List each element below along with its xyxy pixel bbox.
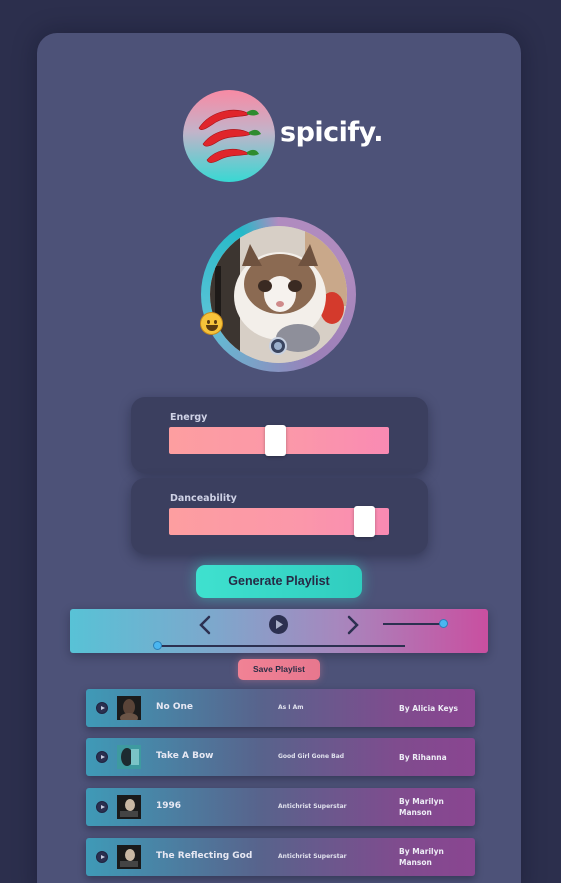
album-art — [117, 795, 141, 819]
avatar[interactable] — [210, 226, 347, 363]
chili-peppers-icon — [183, 90, 275, 182]
progress-bar[interactable] — [153, 641, 405, 650]
danceability-slider[interactable] — [169, 506, 389, 537]
track-row[interactable]: No One As I Am By Alicia Keys — [86, 689, 475, 727]
camera-icon[interactable] — [269, 337, 287, 355]
progress-knob[interactable] — [153, 641, 162, 650]
play-icon[interactable] — [96, 751, 108, 763]
app-name: spicify. — [280, 117, 384, 148]
track-title: The Reflecting God — [156, 851, 253, 861]
track-album: Good Girl Gone Bad — [278, 753, 345, 760]
album-art — [117, 696, 141, 720]
track-album: Antichrist Superstar — [278, 803, 347, 810]
energy-label: Energy — [170, 412, 208, 423]
track-artist: By Marilyn Manson — [399, 797, 444, 817]
energy-slider-panel: Energy — [131, 397, 428, 473]
track-album: Antichrist Superstar — [278, 853, 347, 860]
track-album: As I Am — [278, 704, 304, 711]
album-art — [117, 745, 141, 769]
energy-slider[interactable] — [169, 425, 389, 456]
play-circle-icon[interactable] — [268, 614, 289, 635]
volume-knob[interactable] — [439, 619, 448, 628]
track-row[interactable]: 1996 Antichrist Superstar By Marilyn Man… — [86, 788, 475, 826]
danceability-slider-panel: Danceability — [131, 478, 428, 554]
track-title: 1996 — [156, 801, 182, 811]
track-artist: By Alicia Keys — [399, 704, 458, 713]
track-title: No One — [156, 702, 194, 712]
play-icon[interactable] — [96, 702, 108, 714]
play-icon[interactable] — [96, 851, 108, 863]
music-player — [70, 609, 488, 653]
track-row[interactable]: The Reflecting God Antichrist Superstar … — [86, 838, 475, 876]
track-artist: By Marilyn Manson — [399, 847, 444, 867]
track-title: Take A Bow — [156, 751, 214, 761]
danceability-slider-thumb[interactable] — [354, 506, 375, 537]
smiley-face-icon[interactable] — [200, 312, 223, 335]
track-artist: By Rihanna — [399, 753, 447, 762]
play-icon[interactable] — [96, 801, 108, 813]
energy-slider-thumb[interactable] — [265, 425, 286, 456]
generate-playlist-button[interactable]: Generate Playlist — [196, 565, 362, 598]
danceability-label: Danceability — [170, 493, 237, 504]
track-row[interactable]: Take A Bow Good Girl Gone Bad By Rihanna — [86, 738, 475, 776]
album-art — [117, 845, 141, 869]
save-playlist-button[interactable]: Save Playlist — [238, 659, 320, 680]
chevron-right-icon[interactable] — [346, 615, 360, 635]
chevron-left-icon[interactable] — [198, 615, 212, 635]
volume-slider[interactable] — [383, 619, 448, 628]
